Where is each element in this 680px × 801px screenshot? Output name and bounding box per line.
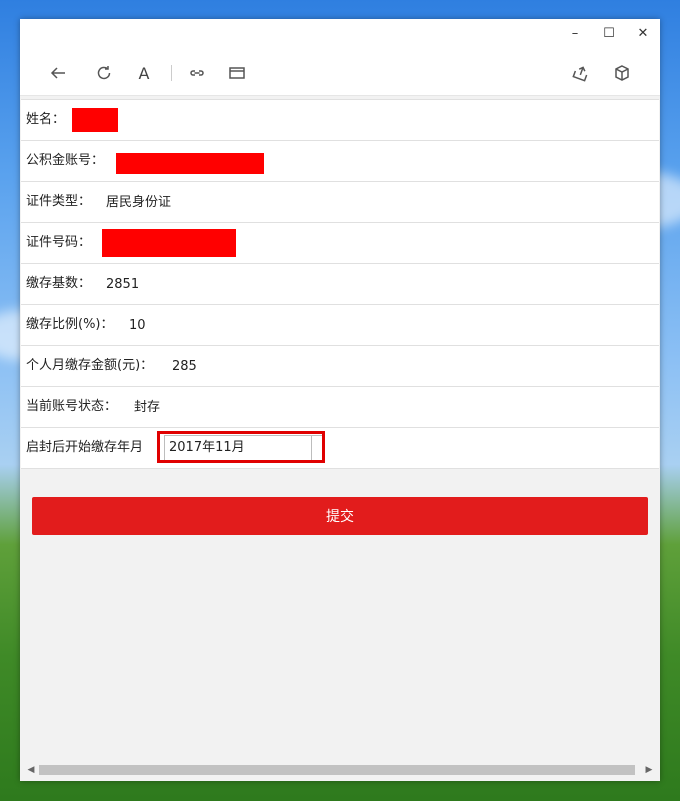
title-bar: – ☐ ✕	[20, 19, 660, 51]
highlight-box	[157, 431, 325, 463]
row-monthly: 个人月缴存金额(元)： 285	[21, 346, 659, 387]
ratio-value: 10	[129, 318, 146, 333]
monthly-label: 个人月缴存金额(元)：	[26, 358, 154, 373]
account-label: 公积金账号：	[26, 153, 105, 168]
id-type-value: 居民身份证	[106, 195, 172, 210]
redacted-id-number	[102, 229, 236, 257]
ratio-label: 缴存比例(%)：	[26, 317, 114, 332]
row-status: 当前账号状态： 封存	[21, 387, 659, 428]
row-name: 姓名：	[21, 100, 659, 141]
submit-button[interactable]: 提交	[32, 497, 648, 535]
package-icon[interactable]	[610, 61, 634, 85]
toolbar-divider	[171, 65, 172, 81]
row-base: 缴存基数： 2851	[21, 264, 659, 305]
row-id-type: 证件类型： 居民身份证	[21, 182, 659, 223]
horizontal-scrollbar[interactable]: ◀ ▶	[20, 762, 660, 778]
redacted-account	[116, 153, 264, 174]
row-id-number: 证件号码：	[21, 223, 659, 264]
share-icon[interactable]	[569, 61, 593, 85]
toolbar: A	[20, 51, 660, 96]
base-label: 缴存基数：	[26, 276, 92, 291]
row-ratio: 缴存比例(%)： 10	[21, 305, 659, 346]
id-number-label: 证件号码：	[26, 235, 92, 250]
browser-window: – ☐ ✕ A 姓名： 公积金账号： 证件类型： 居民身份证 证件号码： 缴存基…	[20, 19, 660, 781]
status-value: 封存	[134, 400, 161, 415]
id-type-label: 证件类型：	[26, 194, 92, 209]
back-icon[interactable]	[46, 61, 70, 85]
row-account: 公积金账号：	[21, 141, 659, 182]
link-icon[interactable]	[185, 61, 209, 85]
reading-view-icon[interactable]	[225, 61, 249, 85]
start-date-label: 启封后开始缴存年月	[26, 440, 144, 455]
page-content: 姓名： 公积金账号： 证件类型： 居民身份证 证件号码： 缴存基数： 2851 …	[20, 99, 660, 769]
maximize-button[interactable]: ☐	[595, 23, 623, 45]
minimize-button[interactable]: –	[561, 23, 589, 45]
base-value: 2851	[106, 277, 140, 292]
font-size-icon[interactable]: A	[132, 61, 156, 85]
scroll-right-arrow-icon[interactable]: ▶	[644, 765, 654, 775]
refresh-icon[interactable]	[92, 61, 116, 85]
name-label: 姓名：	[26, 112, 66, 127]
row-start-date: 启封后开始缴存年月 2017年11月	[21, 428, 659, 469]
monthly-value: 285	[172, 359, 197, 374]
redacted-name	[72, 108, 118, 132]
scrollbar-thumb[interactable]	[39, 765, 635, 775]
scroll-left-arrow-icon[interactable]: ◀	[26, 765, 36, 775]
status-label: 当前账号状态：	[26, 399, 118, 414]
account-form: 姓名： 公积金账号： 证件类型： 居民身份证 证件号码： 缴存基数： 2851 …	[21, 99, 659, 469]
close-button[interactable]: ✕	[629, 23, 657, 45]
